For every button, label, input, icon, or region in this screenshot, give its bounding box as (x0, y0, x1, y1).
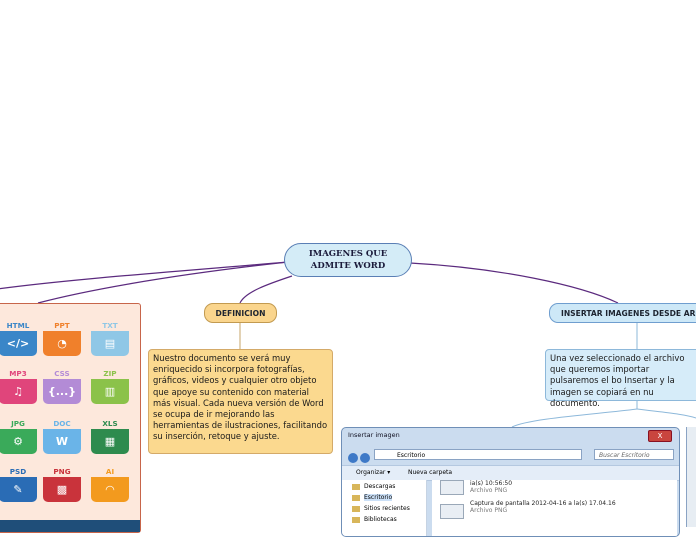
file-icon-label: JPG (11, 419, 25, 428)
folder-icon (352, 506, 360, 512)
address-bar: Escritorio (374, 449, 582, 460)
file-icon-label: CSS (54, 369, 70, 378)
file-icon-label: XLS (102, 419, 118, 428)
file-icon-glyph: ▩ (43, 477, 81, 502)
file-icon-glyph: </> (0, 331, 37, 356)
link-to-right (636, 408, 696, 419)
file-icons-image[interactable]: HTML </> PPT ◔ TXT ▤ MP3 ♫ CSS {...} ZIP ▥ JPG ⚙ DOC W X… (0, 303, 141, 533)
file-icon-txt: TXT ▤ (91, 320, 129, 356)
file-icon-label: PPT (54, 321, 70, 330)
file-item: Captura de pantalla 2012-04-16 a la(s) 1… (470, 500, 616, 514)
file-icon-ai: AI ◠ (91, 466, 129, 502)
new-folder-button: Nueva carpeta (408, 469, 453, 476)
file-item: ia(s) 10:56:50 Archivo PNG (470, 480, 513, 494)
file-icon-glyph: ▥ (91, 379, 129, 404)
file-icon-jpg: JPG ⚙ (0, 418, 37, 454)
link-to-definicion (239, 275, 293, 304)
file-icon-glyph: ♫ (0, 379, 37, 404)
file-icon-label: MP3 (9, 369, 27, 378)
file-icon-mp3: MP3 ♫ (0, 368, 37, 404)
sidebar-item: Sitios recientes (352, 505, 410, 512)
file-icon-label: ZIP (103, 369, 117, 378)
file-icon-png: PNG ▩ (43, 466, 81, 502)
file-icon-xls: XLS ▦ (91, 418, 129, 454)
file-icon-html: HTML </> (0, 320, 37, 356)
dialog-file-list: ia(s) 10:56:50 Archivo PNG Captura de pan… (432, 480, 677, 536)
note-insertar[interactable]: Una vez seleccionado el archivo que quer… (545, 349, 696, 408)
file-icon-label: HTML (6, 321, 30, 330)
folder-icon (352, 484, 360, 490)
folder-icon (352, 517, 360, 523)
link-to-dialog (511, 408, 638, 428)
file-icon-doc: DOC W (43, 418, 81, 454)
sidebar-item: Descargas (352, 483, 395, 490)
panel-footer-bar (0, 520, 140, 532)
file-icon-css: CSS {...} (43, 368, 81, 404)
file-icon-glyph: ⚙ (0, 429, 37, 454)
file-icon-glyph: W (43, 429, 81, 454)
file-thumbnail (440, 480, 464, 495)
file-icon-glyph: ▦ (91, 429, 129, 454)
file-icon-label: PSD (9, 467, 27, 476)
search-field: Buscar Escritorio (594, 449, 674, 460)
file-icon-label: AI (105, 467, 115, 476)
file-thumbnail (440, 504, 464, 519)
folder-icon (352, 495, 360, 501)
topic-definicion[interactable]: DEFINICION (204, 303, 277, 323)
close-icon: X (648, 430, 672, 442)
file-icon-label: DOC (53, 419, 71, 428)
file-icon-zip: ZIP ▥ (91, 368, 129, 404)
topic-insertar-imagenes[interactable]: INSERTAR IMAGENES DESDE ARCH (549, 303, 696, 323)
link-to-icons-2 (37, 261, 289, 304)
file-icon-ppt: PPT ◔ (43, 320, 81, 356)
note-definicion[interactable]: Nuestro documento se verá muy enriquecid… (148, 349, 333, 454)
file-icon-label: TXT (102, 321, 118, 330)
file-icon-glyph: {...} (43, 379, 81, 404)
sidebar-item-selected: Escritorio (352, 494, 393, 501)
link-to-icons-1 (0, 261, 289, 290)
right-image-edge (686, 427, 696, 527)
file-icon-label: PNG (53, 467, 71, 476)
dialog-title: Insertar imagen (348, 431, 400, 439)
dialog-sidebar: Descargas Escritorio Sitios recientes Bi… (342, 480, 427, 536)
link-to-insertar (409, 262, 619, 304)
insert-image-dialog-image[interactable]: Insertar imagen X Escritorio Buscar Escr… (341, 427, 680, 537)
file-icon-glyph: ◠ (91, 477, 129, 502)
dialog-toolbar: Organizar ▾ Nueva carpeta (342, 465, 679, 481)
central-topic[interactable]: IMAGENES QUE ADMITE WORD (284, 243, 412, 277)
file-icon-glyph: ✎ (0, 477, 37, 502)
file-icon-glyph: ◔ (43, 331, 81, 356)
organize-menu: Organizar ▾ (356, 469, 391, 476)
file-icon-glyph: ▤ (91, 331, 129, 356)
file-icon-psd: PSD ✎ (0, 466, 37, 502)
back-forward-icon (348, 448, 372, 463)
